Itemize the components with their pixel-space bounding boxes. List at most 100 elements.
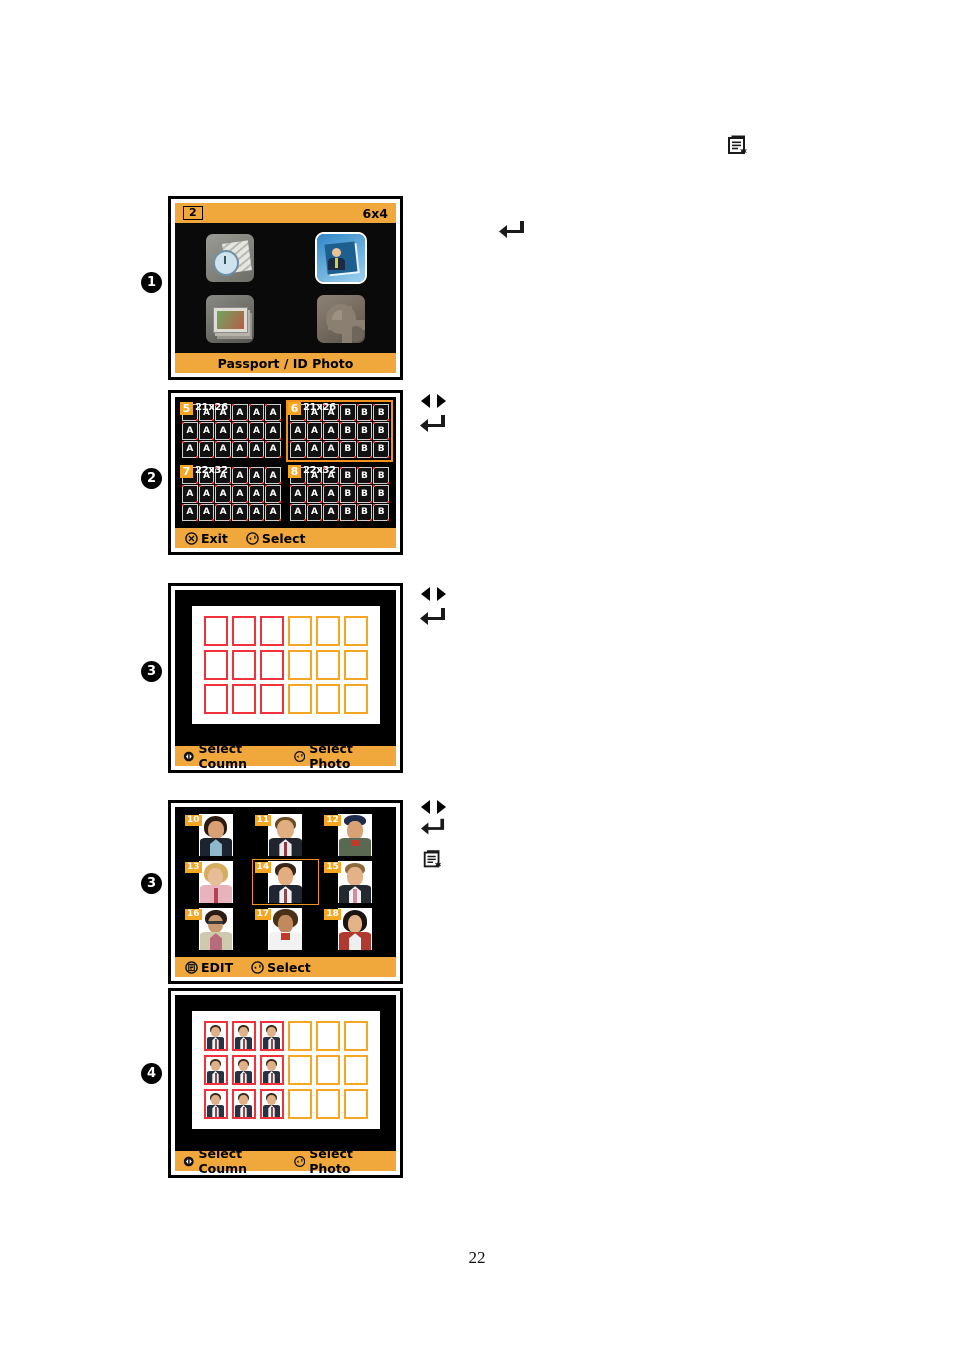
photo-thumbnail <box>268 908 303 950</box>
size-cell: B <box>373 467 389 485</box>
slot-empty[interactable] <box>343 650 368 680</box>
face-shape <box>239 1060 248 1072</box>
size-option-5[interactable]: 5 21x26 A A A A A A A A A A A A A A A A … <box>179 401 284 461</box>
select-photo-action[interactable]: Select Photo <box>293 741 388 771</box>
tie-shape <box>214 1072 217 1083</box>
photo-thumbnail <box>338 861 373 903</box>
slot-empty[interactable] <box>203 684 228 714</box>
exit-label: Exit <box>201 530 228 546</box>
slot-empty[interactable] <box>203 616 228 646</box>
slot-empty[interactable] <box>315 650 340 680</box>
size-option-7[interactable]: 7 22x32 A A A A A A A A A A A A A A A A … <box>179 464 284 524</box>
exit-action[interactable]: Exit <box>185 531 228 546</box>
panel-columns-inner: Select Coumn Select Photo <box>175 590 396 771</box>
selected-mode-label: Passport / ID Photo <box>217 355 354 371</box>
slot-empty[interactable] <box>259 616 284 646</box>
photo-number: 13 <box>185 862 202 873</box>
slot-empty[interactable] <box>287 650 312 680</box>
select-action[interactable]: Select <box>246 531 306 546</box>
slot-empty[interactable] <box>231 684 256 714</box>
edit-action[interactable]: EDIT <box>185 960 233 975</box>
slot-empty[interactable] <box>287 1055 312 1085</box>
slot-empty[interactable] <box>343 684 368 714</box>
slot-empty[interactable] <box>231 616 256 646</box>
slot-empty[interactable] <box>315 1089 340 1119</box>
size-cell: B <box>340 422 356 440</box>
size-cell: A <box>215 422 231 440</box>
tie-shape <box>242 1038 245 1049</box>
print-photos-tile[interactable] <box>206 294 255 343</box>
slot-filled[interactable] <box>203 1055 228 1085</box>
photo-number: 18 <box>324 909 341 920</box>
enter-circle-icon <box>293 1155 306 1167</box>
select-column-action[interactable]: Select Coumn <box>183 741 284 771</box>
step-bullet-1: 1 <box>141 272 162 293</box>
slot-filled[interactable] <box>203 1021 228 1051</box>
select-action[interactable]: Select <box>251 960 311 975</box>
slot-filled[interactable] <box>259 1089 284 1119</box>
photo-thumbnail <box>268 861 303 903</box>
id-photo-tile[interactable] <box>316 233 365 282</box>
slot-empty[interactable] <box>315 684 340 714</box>
size-option-number: 6 <box>288 402 301 415</box>
slot-filled[interactable] <box>259 1021 284 1051</box>
setup-tile[interactable] <box>316 294 365 343</box>
select-column-action[interactable]: Select Coumn <box>183 1146 284 1176</box>
slot-empty[interactable] <box>315 616 340 646</box>
slot-filled[interactable] <box>259 1055 284 1085</box>
panel-columns-screen: Select Coumn Select Photo <box>168 583 403 773</box>
photo-thumbnail <box>198 814 233 856</box>
photo-item-11[interactable]: 11 <box>253 813 319 857</box>
mini-portrait <box>233 1057 254 1083</box>
slot-empty[interactable] <box>259 650 284 680</box>
photo-item-12[interactable]: 12 <box>322 813 388 857</box>
slot-filled[interactable] <box>231 1055 256 1085</box>
enter-arrow-icon <box>418 412 448 443</box>
collar-shape <box>351 840 360 846</box>
photo-sheet <box>191 606 380 724</box>
slot-empty[interactable] <box>287 684 312 714</box>
photo-item-15[interactable]: 15 <box>322 860 388 904</box>
size-cell: B <box>373 422 389 440</box>
size-option-6[interactable]: 6 21x26 A A A B B B A A A B B B <box>286 400 393 462</box>
slot-filled[interactable] <box>203 1089 228 1119</box>
photo-item-17[interactable]: 17 <box>253 907 319 951</box>
step-bullet-3: 3 <box>141 661 162 682</box>
slot-empty[interactable] <box>315 1021 340 1051</box>
slot-filled[interactable] <box>231 1021 256 1051</box>
slot-empty[interactable] <box>343 1055 368 1085</box>
photo-number: 14 <box>254 862 272 873</box>
photo-item-18[interactable]: 18 <box>322 907 388 951</box>
edit-label: EDIT <box>201 959 234 975</box>
slot-empty[interactable] <box>231 650 256 680</box>
slot-empty[interactable] <box>343 1089 368 1119</box>
select-photo-action[interactable]: Select Photo <box>293 1146 388 1176</box>
photo-number: 16 <box>185 909 202 920</box>
slot-empty[interactable] <box>315 1055 340 1085</box>
photo-item-13[interactable]: 13 <box>183 860 249 904</box>
photo-item-14[interactable]: 14 <box>251 859 320 905</box>
slot-empty[interactable] <box>343 616 368 646</box>
photo-item-16[interactable]: 16 <box>183 907 249 951</box>
size-cell: A <box>182 440 198 459</box>
photo-item-10[interactable]: 10 <box>183 813 249 857</box>
slot-empty[interactable] <box>287 616 312 646</box>
select-label: Select <box>267 959 311 975</box>
size-option-dimension: 22x32 <box>195 465 228 476</box>
slot-empty[interactable] <box>343 1021 368 1051</box>
size-cell: A <box>182 503 198 522</box>
slot-empty[interactable] <box>203 650 228 680</box>
mini-portrait <box>261 1023 282 1049</box>
face-shape <box>208 914 224 934</box>
tie-shape <box>213 887 218 903</box>
copy-tile[interactable] <box>206 233 255 282</box>
photo-number: 15 <box>324 862 341 873</box>
size-cell: B <box>373 485 389 503</box>
size-option-8[interactable]: 8 22x32 A A A B B B A A A B B B <box>287 464 392 524</box>
right-arrow-icon <box>436 800 446 814</box>
slot-empty[interactable] <box>259 684 284 714</box>
slot-empty[interactable] <box>287 1089 312 1119</box>
slot-filled[interactable] <box>231 1089 256 1119</box>
slot-empty[interactable] <box>287 1021 312 1051</box>
column-slot-grid <box>203 616 368 714</box>
